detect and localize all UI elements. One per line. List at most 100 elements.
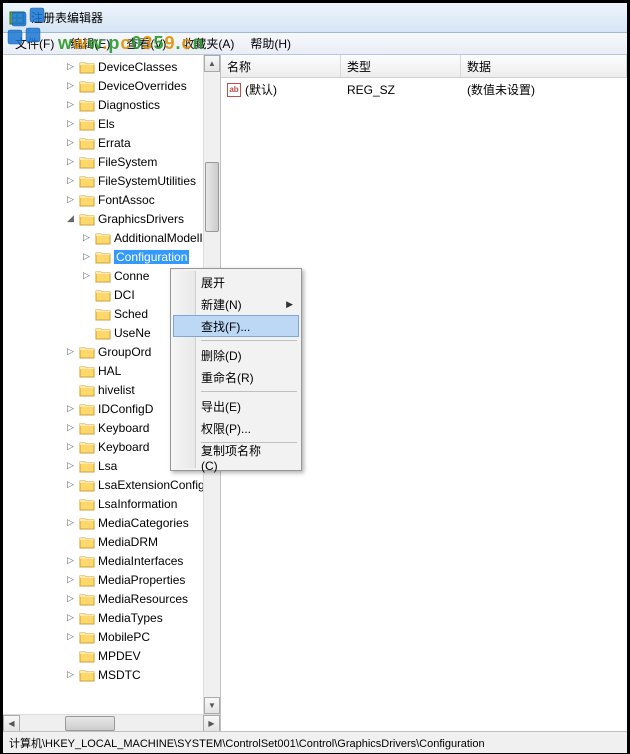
value-type: REG_SZ xyxy=(341,80,461,99)
scroll-right-button[interactable]: ▶ xyxy=(203,715,220,732)
folder-icon xyxy=(95,250,111,264)
tree-item-mobilepc[interactable]: ▷ MobilePC xyxy=(3,627,220,646)
menu-item-permissions[interactable]: 权限(P)... xyxy=(173,417,299,439)
menu-item-export[interactable]: 导出(E) xyxy=(173,395,299,417)
tree-item-mediacategories[interactable]: ▷MediaCategories xyxy=(3,513,220,532)
tree-item-deviceoverrides[interactable]: ▷ DeviceOverrides xyxy=(3,76,220,95)
scroll-down-button[interactable]: ▼ xyxy=(204,697,220,714)
tree-item-label: MPDEV xyxy=(98,649,141,663)
tree-item-label: MediaInterfaces xyxy=(98,554,183,568)
expand-toggle-icon[interactable]: ▷ xyxy=(65,631,76,642)
list-header: 名称 类型 数据 xyxy=(221,55,627,78)
tree-item-filesystemutilities[interactable]: ▷FileSystemUtilities xyxy=(3,171,220,190)
tree-item-lsaextensionconfig[interactable]: ▷LsaExtensionConfig xyxy=(3,475,220,494)
expand-toggle-icon[interactable]: ▷ xyxy=(65,80,76,91)
expand-toggle-icon[interactable]: ▷ xyxy=(65,555,76,566)
expand-toggle-icon[interactable]: ▷ xyxy=(65,593,76,604)
folder-icon xyxy=(79,193,95,207)
expand-toggle-icon[interactable]: ◢ xyxy=(65,213,76,224)
menu-item-find[interactable]: 查找(F)... xyxy=(173,315,299,337)
tree-item-label: AdditionalModelI xyxy=(114,231,203,245)
expand-toggle-icon[interactable]: ▷ xyxy=(65,422,76,433)
tree-horizontal-scrollbar[interactable]: ◀ ▶ xyxy=(3,714,220,731)
menu-help[interactable]: 帮助(H) xyxy=(242,33,299,54)
column-data[interactable]: 数据 xyxy=(461,55,627,77)
tree-item-mediainterfaces[interactable]: ▷ MediaInterfaces xyxy=(3,551,220,570)
tree-item-additionalmodeli[interactable]: ▷ AdditionalModelI xyxy=(3,228,220,247)
tree-item-mediatypes[interactable]: ▷ MediaTypes xyxy=(3,608,220,627)
expand-toggle-icon[interactable]: ▷ xyxy=(65,574,76,585)
folder-icon xyxy=(79,573,95,587)
menu-item-new[interactable]: 新建(N)▶ xyxy=(173,293,299,315)
tree-item-label: DeviceOverrides xyxy=(98,79,187,93)
scroll-thumb[interactable] xyxy=(65,716,115,731)
folder-icon xyxy=(95,288,111,302)
folder-icon xyxy=(79,174,95,188)
menu-edit[interactable]: 编辑(E) xyxy=(62,33,118,54)
folder-icon xyxy=(79,60,95,74)
tree-item-label: MobilePC xyxy=(98,630,150,644)
menu-item-copy-key-name[interactable]: 复制项名称(C) xyxy=(173,446,299,468)
folder-icon xyxy=(79,117,95,131)
tree-item-label: hivelist xyxy=(98,383,135,397)
tree-item-mediaresources[interactable]: ▷ MediaResources xyxy=(3,589,220,608)
tree-item-deviceclasses[interactable]: ▷DeviceClasses xyxy=(3,57,220,76)
menu-item-rename[interactable]: 重命名(R) xyxy=(173,366,299,388)
expand-toggle-icon[interactable]: ▷ xyxy=(65,175,76,186)
menu-item-delete[interactable]: 删除(D) xyxy=(173,344,299,366)
scroll-thumb[interactable] xyxy=(205,162,219,232)
tree-item-label: MSDTC xyxy=(98,668,141,682)
folder-icon xyxy=(79,554,95,568)
tree-item-els[interactable]: ▷Els xyxy=(3,114,220,133)
expand-toggle-icon[interactable]: ▷ xyxy=(65,403,76,414)
column-name[interactable]: 名称 xyxy=(221,55,341,77)
folder-icon xyxy=(79,402,95,416)
tree-item-filesystem[interactable]: ▷FileSystem xyxy=(3,152,220,171)
expand-toggle-icon[interactable]: ▷ xyxy=(65,479,76,490)
expand-toggle-icon[interactable]: ▷ xyxy=(65,346,76,357)
expand-toggle-icon[interactable]: ▷ xyxy=(65,61,76,72)
expand-toggle-icon[interactable]: ▷ xyxy=(65,441,76,452)
folder-icon xyxy=(79,345,95,359)
tree-item-msdtc[interactable]: ▷ MSDTC xyxy=(3,665,220,684)
expand-toggle-icon[interactable]: ▷ xyxy=(65,517,76,528)
tree-item-configuration[interactable]: ▷Configuration xyxy=(3,247,220,266)
tree-item-label: MediaTypes xyxy=(98,611,163,625)
expand-toggle-icon[interactable]: ▷ xyxy=(65,669,76,680)
tree-item-errata[interactable]: ▷Errata xyxy=(3,133,220,152)
folder-icon xyxy=(79,478,95,492)
menu-favorites[interactable]: 收藏夹(A) xyxy=(174,33,242,54)
context-menu: 展开 新建(N)▶ 查找(F)... 删除(D) 重命名(R) 导出(E) 权限… xyxy=(170,268,302,471)
expand-toggle-icon[interactable]: ▷ xyxy=(65,156,76,167)
tree-item-mediadrm[interactable]: MediaDRM xyxy=(3,532,220,551)
tree-item-diagnostics[interactable]: ▷Diagnostics xyxy=(3,95,220,114)
tree-item-label: MediaResources xyxy=(98,592,188,606)
expand-toggle-icon[interactable]: ▷ xyxy=(65,612,76,623)
expand-toggle-icon[interactable]: ▷ xyxy=(65,118,76,129)
expand-toggle-icon[interactable]: ▷ xyxy=(81,251,92,262)
column-type[interactable]: 类型 xyxy=(341,55,461,77)
tree-item-fontassoc[interactable]: ▷FontAssoc xyxy=(3,190,220,209)
tree-item-graphicsdrivers[interactable]: ◢GraphicsDrivers xyxy=(3,209,220,228)
expand-toggle-icon[interactable]: ▷ xyxy=(65,194,76,205)
folder-icon xyxy=(79,155,95,169)
list-row[interactable]: ab (默认) REG_SZ (数值未设置) xyxy=(221,78,627,101)
expand-toggle-icon[interactable]: ▷ xyxy=(81,270,92,281)
menu-file[interactable]: 文件(F) xyxy=(7,33,62,54)
scroll-left-button[interactable]: ◀ xyxy=(3,715,20,732)
value-data: (数值未设置) xyxy=(461,80,627,99)
tree-item-label: Lsa xyxy=(98,459,117,473)
tree-item-lsainformation[interactable]: LsaInformation xyxy=(3,494,220,513)
menu-item-expand[interactable]: 展开 xyxy=(173,271,299,293)
expand-toggle-icon[interactable]: ▷ xyxy=(65,460,76,471)
expand-toggle-icon[interactable]: ▷ xyxy=(65,99,76,110)
folder-icon xyxy=(79,383,95,397)
tree-item-mediaproperties[interactable]: ▷ MediaProperties xyxy=(3,570,220,589)
expand-toggle-icon[interactable]: ▷ xyxy=(81,232,92,243)
tree-item-label: MediaProperties xyxy=(98,573,185,587)
tree-item-mpdev[interactable]: MPDEV xyxy=(3,646,220,665)
menu-view[interactable]: 查看(V) xyxy=(118,33,174,54)
expand-toggle-icon[interactable]: ▷ xyxy=(65,137,76,148)
scroll-up-button[interactable]: ▲ xyxy=(204,55,220,72)
folder-icon xyxy=(79,421,95,435)
